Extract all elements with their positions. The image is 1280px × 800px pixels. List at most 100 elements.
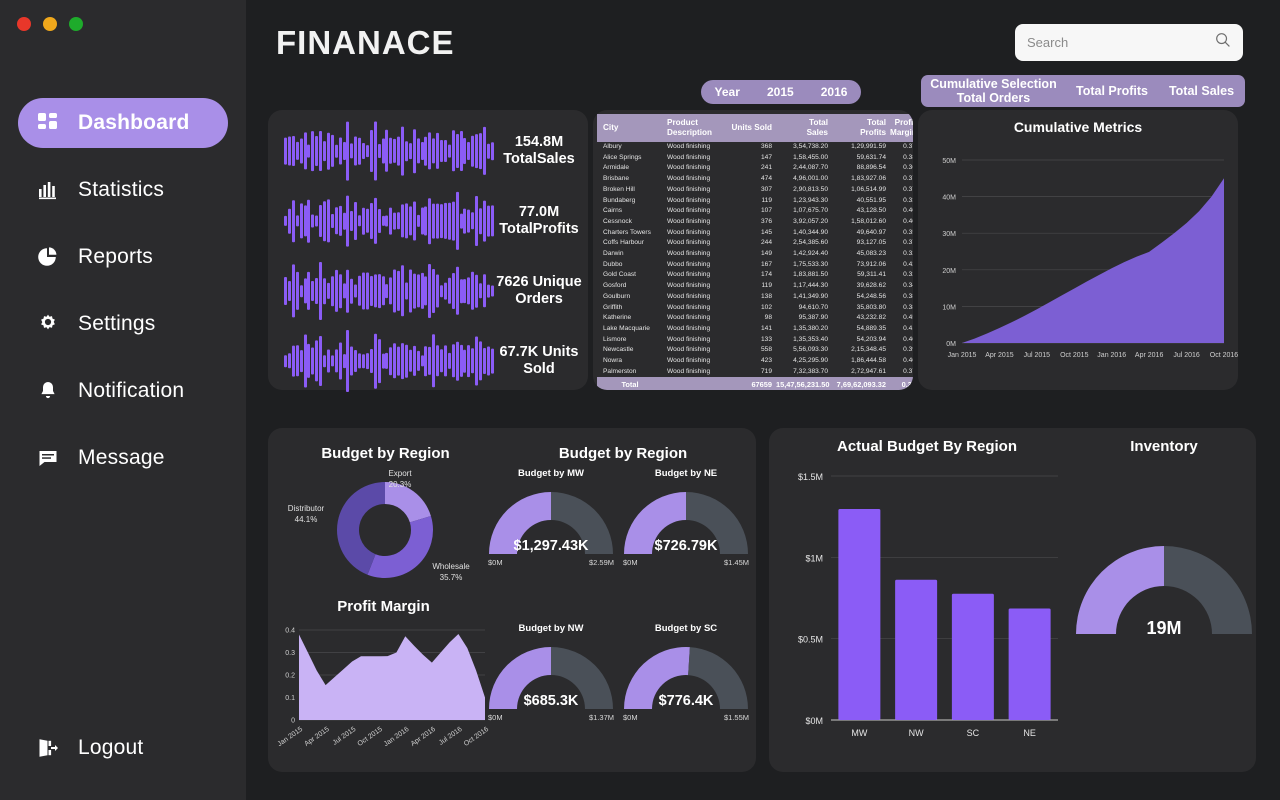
table-row[interactable]: Lismore Wood finishing 133 1,35,353.40 54,20…	[597, 335, 913, 346]
cell-units-sold: 167	[760, 260, 772, 268]
sparkline-bar	[358, 215, 362, 227]
search-icon[interactable]	[1215, 32, 1231, 53]
sparkline-bar	[338, 205, 342, 237]
bar[interactable]	[1008, 608, 1051, 720]
table-row[interactable]: Coffs Harbour Wood finishing 244 2,54,385.6…	[597, 238, 913, 249]
year-selector[interactable]: Year 2015 2016	[701, 80, 861, 104]
cell-total-profits: 1,86,444.58	[851, 357, 886, 365]
cell-total-profits: 93,127.05	[856, 239, 886, 247]
cell-product: Wood finishing	[667, 367, 711, 375]
sparkline-bar	[389, 277, 393, 305]
bar[interactable]	[838, 508, 881, 720]
sparkline-bar	[354, 201, 358, 241]
table-row[interactable]: Katherine Wood finishing 98 95,387.90 43,232…	[597, 313, 913, 324]
kpi-value-total-sales: 154.8M TotalSales	[496, 134, 588, 168]
table-row[interactable]: Cairns Wood finishing 107 1,07,675.70 43,128…	[597, 206, 913, 217]
cumulative-tab-total-orders[interactable]: Cumulative Selection Total Orders	[921, 77, 1066, 105]
profit-margin-title: Profit Margin	[337, 598, 430, 615]
cumulative-selector[interactable]: Cumulative Selection Total Orders Total …	[921, 75, 1245, 107]
table-row[interactable]: Armidale Wood finishing 241 2,44,087.70 88,8…	[597, 163, 913, 174]
sparkline-bar	[299, 285, 303, 297]
search-box[interactable]	[1015, 24, 1243, 61]
svg-text:Apr 2016: Apr 2016	[410, 726, 437, 748]
kpi-line1: 154.8M	[514, 134, 564, 150]
table-row[interactable]: Cessnock Wood finishing 376 3,92,057.20 1,58…	[597, 217, 913, 228]
minimize-window-button[interactable]	[43, 17, 57, 31]
sidebar-item-statistics[interactable]: Statistics	[18, 165, 228, 215]
table-row[interactable]: Nowra Wood finishing 423 4,25,295.90 1,86,44…	[597, 356, 913, 367]
svg-text:Jul 2015: Jul 2015	[332, 726, 358, 747]
sparkline-bar	[373, 274, 377, 308]
bar[interactable]	[951, 593, 994, 720]
svg-text:0.3: 0.3	[285, 650, 295, 657]
sparkline-bar	[284, 355, 287, 367]
svg-text:0M: 0M	[946, 341, 956, 348]
table-row[interactable]: Charters Towers Wood finishing 145 1,40,344…	[597, 228, 913, 239]
column-header-total-profits[interactable]: Total Profits	[830, 114, 888, 142]
table-row[interactable]: Gosford Wood finishing 119 1,17,444.30 39,62…	[597, 281, 913, 292]
sparkline-bar	[373, 197, 377, 245]
cell-profit-margin: 0.32	[903, 271, 913, 279]
sparkline-bar	[459, 213, 463, 229]
cell-profit-margin: 0.40	[903, 357, 913, 365]
cell-total-sales: 1,75,533.30	[793, 260, 828, 268]
maximize-window-button[interactable]	[69, 17, 83, 31]
cell-total-profits: 59,631.74	[856, 153, 886, 161]
sidebar-item-reports[interactable]: Reports	[18, 232, 228, 282]
sidebar-item-notification[interactable]: Notification	[18, 366, 228, 416]
sparkline-bar	[490, 142, 494, 160]
cell-city: Broken Hill	[603, 185, 635, 193]
cell-profit-margin: 0.40	[903, 217, 913, 225]
svg-text:0.2: 0.2	[285, 673, 295, 680]
sparkline-bar	[459, 344, 463, 378]
search-input[interactable]	[1027, 35, 1215, 50]
year-tab-2016[interactable]: 2016	[819, 85, 850, 99]
table-row[interactable]: Gold Coast Wood finishing 174 1,83,881.50 59…	[597, 270, 913, 281]
logout-button[interactable]: Logout	[18, 736, 143, 760]
cumulative-tab-total-profits[interactable]: Total Profits	[1066, 84, 1158, 98]
table-row[interactable]: Bundaberg Wood finishing 119 1,23,943.30 40,…	[597, 196, 913, 207]
sparkline-units-sold	[284, 328, 496, 394]
table-row[interactable]: Palmerston Wood finishing 719 7,32,383.70 2,…	[597, 367, 913, 378]
column-header-product[interactable]: Product Description	[665, 114, 729, 142]
sidebar-item-dashboard[interactable]: Dashboard	[18, 98, 228, 148]
table-row[interactable]: Darwin Wood finishing 149 1,42,924.40 45,083…	[597, 249, 913, 260]
table-row[interactable]: Dubbo Wood finishing 167 1,75,533.30 73,912.…	[597, 260, 913, 271]
table-row[interactable]: Griffith Wood finishing 102 94,610.70 35,803…	[597, 303, 913, 314]
sparkline-bar	[346, 269, 350, 313]
svg-text:0.1: 0.1	[285, 695, 295, 702]
sidebar-item-message[interactable]: Message	[18, 433, 228, 483]
column-header-city[interactable]: City	[597, 114, 665, 142]
year-tab-year[interactable]: Year	[713, 85, 742, 99]
table-row[interactable]: Goulburn Wood finishing 138 1,41,349.90 54,2…	[597, 292, 913, 303]
column-header-profit-margin[interactable]: ProfitMargin	[888, 114, 913, 142]
sparkline-bar	[311, 214, 315, 228]
bar[interactable]	[895, 579, 938, 720]
sparkline-bar	[311, 280, 315, 302]
column-header-units-sold[interactable]: Units Sold	[729, 114, 774, 142]
sidebar-item-settings[interactable]: Settings	[18, 299, 228, 349]
cell-units-sold: 423	[760, 357, 772, 365]
cell-total-profits: 1,29,991.59	[851, 143, 886, 150]
table-row[interactable]: Newcastle Wood finishing 558 5,56,093.30 2,1…	[597, 345, 913, 356]
cell-total-profits: 54,248.56	[856, 292, 886, 300]
kpi-panel: 154.8M TotalSales 77.0M TotalProfits 762…	[268, 110, 588, 392]
table-row[interactable]: Brisbane Wood finishing 474 4,96,001.00 1,83…	[597, 174, 913, 185]
cumulative-tab-total-sales[interactable]: Total Sales	[1158, 84, 1245, 98]
sparkline-bar	[330, 276, 334, 306]
sparkline-bar	[311, 347, 315, 375]
sparkline-bar	[428, 198, 432, 244]
table-row[interactable]: Lake Macquarie Wood finishing 141 1,35,380.…	[597, 324, 913, 335]
cell-city: Brisbane	[603, 175, 630, 183]
close-window-button[interactable]	[17, 17, 31, 31]
table-row[interactable]: Broken Hill Wood finishing 307 2,90,813.50 1…	[597, 185, 913, 196]
gauge-max-ne: $1.45M	[723, 558, 749, 567]
cell-total-sales: 7,32,383.70	[793, 367, 828, 375]
column-header-total-sales[interactable]: Total Sales	[774, 114, 830, 142]
gauge-min-mw: $0M	[488, 558, 503, 567]
cell-profit-margin: 0.37	[903, 143, 913, 150]
table-row[interactable]: Alice Springs Wood finishing 147 1,58,455.0…	[597, 153, 913, 164]
table-row[interactable]: Albury Wood finishing 368 3,54,738.20 1,29,9…	[597, 142, 913, 153]
cell-product: Wood finishing	[667, 175, 711, 183]
year-tab-2015[interactable]: 2015	[765, 85, 796, 99]
